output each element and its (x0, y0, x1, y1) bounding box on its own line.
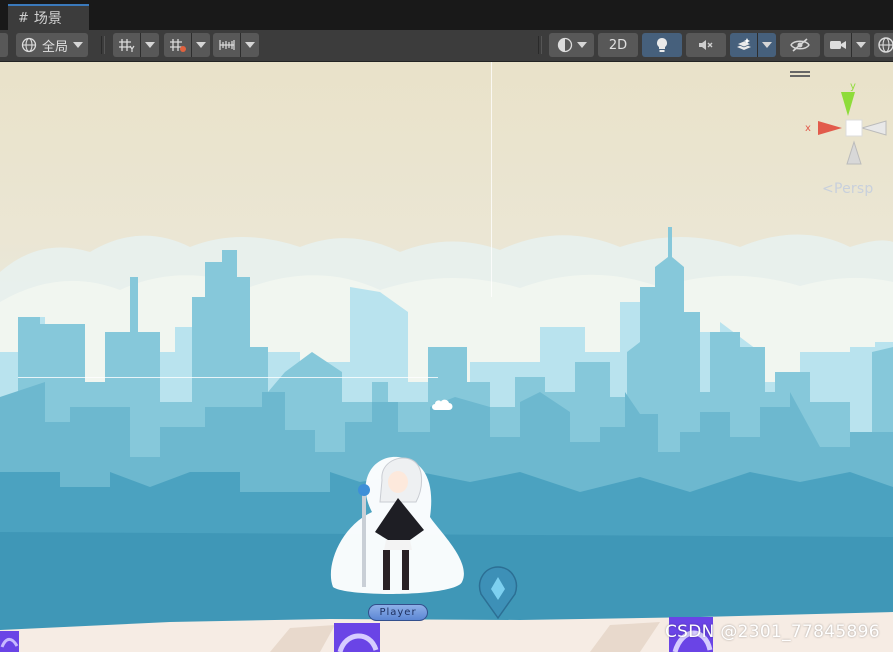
grid-snap-button[interactable] (113, 33, 140, 57)
shading-mode-dropdown[interactable] (549, 33, 594, 57)
staff-orb (358, 484, 370, 496)
chevron-down-icon (196, 42, 207, 48)
mode-2d-label: 2D (608, 37, 628, 53)
scene-viewport[interactable]: y x <Persp Player CSDN @2301_77845896 (0, 62, 893, 652)
ruler-icon (219, 40, 235, 50)
chevron-down-icon (145, 42, 156, 48)
audio-toggle[interactable] (686, 33, 726, 57)
projection-label[interactable]: <Persp (822, 181, 873, 197)
mode-2d-toggle[interactable]: 2D (598, 33, 638, 57)
lighting-icon (657, 38, 667, 52)
audio-mute-icon (699, 40, 713, 50)
left-cut-button[interactable] (0, 33, 8, 57)
global-pivot-dropdown[interactable]: 全局 (16, 33, 88, 57)
scene-visibility-toggle[interactable] (780, 33, 820, 57)
gizmo-center-cube[interactable] (845, 119, 863, 137)
scene-tab-label: 场景 (33, 11, 62, 27)
gizmo-y-label: y (850, 81, 856, 92)
cloud-shape (432, 399, 453, 410)
gizmo-x-label: x (805, 123, 811, 134)
chevron-down-icon (762, 42, 773, 48)
orientation-gizmo[interactable]: y x (804, 80, 893, 168)
ruler-button[interactable] (213, 33, 240, 57)
grid-line-vertical (491, 62, 492, 297)
camera-button[interactable] (824, 33, 851, 57)
ruler-group (213, 33, 259, 57)
camera-icon (829, 41, 846, 49)
grid-increment-dropdown[interactable] (191, 33, 210, 57)
neg-y-axis-cone[interactable] (846, 140, 862, 165)
ruler-dropdown[interactable] (240, 33, 259, 57)
chevron-left-icon: < (822, 181, 834, 197)
grid-increment-icon (169, 39, 186, 52)
neg-x-axis-cone[interactable] (860, 120, 887, 136)
chevron-down-icon (856, 42, 867, 48)
gizmos-button[interactable] (874, 33, 893, 57)
gizmo-menu-icon[interactable] (790, 71, 810, 77)
grid-line-horizontal (18, 377, 438, 378)
visibility-icon (790, 38, 810, 52)
effects-icon (735, 38, 752, 50)
grid-icon: # (18, 10, 29, 26)
city-background (0, 227, 893, 652)
chevron-down-icon (73, 42, 83, 48)
global-label: 全局 (41, 39, 68, 55)
cloud-icon (431, 397, 453, 416)
chevron-down-icon (245, 42, 256, 48)
toolbar-separator (538, 36, 542, 54)
effects-group (730, 33, 776, 57)
grid-snap-dropdown[interactable] (140, 33, 159, 57)
grid-snap-icon (118, 39, 135, 52)
effects-button[interactable] (730, 33, 757, 57)
scene-toolbar: 全局 2D (0, 30, 893, 62)
scene-tab[interactable]: # 场景 (8, 4, 89, 30)
y-axis-cone[interactable] (841, 92, 855, 116)
grid-increment-group (164, 33, 210, 57)
effects-dropdown[interactable] (757, 33, 776, 57)
watermark-text: CSDN @2301_77845896 (665, 622, 880, 642)
x-axis-cone[interactable] (818, 121, 842, 135)
chevron-down-icon (576, 42, 587, 48)
camera-dropdown[interactable] (851, 33, 870, 57)
camera-group (824, 33, 870, 57)
axis-gizmo-icon: y x (805, 81, 887, 165)
globe-icon (21, 37, 37, 53)
grid-increment-button[interactable] (164, 33, 191, 57)
gizmos-icon (878, 37, 893, 53)
shading-icon (557, 37, 572, 53)
grid-visibility-group (113, 33, 159, 57)
lighting-toggle[interactable] (642, 33, 682, 57)
player-name-badge: Player (368, 604, 428, 621)
window-tab-strip: # 场景 (0, 0, 893, 30)
toolbar-separator (101, 36, 105, 54)
